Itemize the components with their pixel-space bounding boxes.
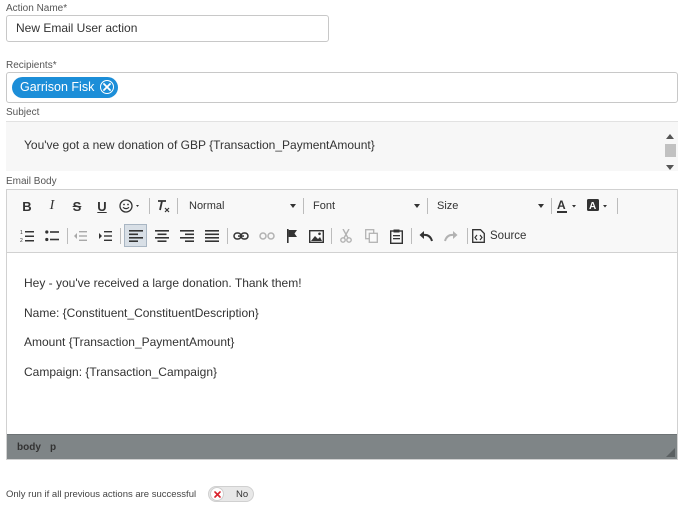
body-paragraph: Name: {Constituent_ConstituentDescriptio… bbox=[24, 305, 259, 320]
chevron-down-icon bbox=[290, 204, 296, 208]
source-button[interactable]: Source bbox=[472, 225, 528, 247]
outdent-icon[interactable] bbox=[71, 225, 89, 247]
toolbar-separator bbox=[551, 198, 552, 214]
chevron-down-icon bbox=[538, 204, 544, 208]
format-select-value: Normal bbox=[189, 200, 225, 212]
recipients-field[interactable]: Garrison Fisk bbox=[6, 72, 678, 103]
toolbar-separator bbox=[67, 228, 68, 244]
scroll-thumb[interactable] bbox=[665, 144, 676, 157]
toolbar-separator bbox=[227, 228, 228, 244]
toolbar-separator bbox=[411, 228, 412, 244]
run-condition-toggle[interactable]: No bbox=[208, 486, 254, 502]
toggle-knob bbox=[210, 487, 224, 501]
recipient-chip: Garrison Fisk bbox=[12, 77, 119, 98]
toolbar-separator bbox=[303, 198, 304, 214]
format-select[interactable]: Normal bbox=[184, 195, 300, 217]
subject-field[interactable]: You've got a new donation of GBP {Transa… bbox=[6, 121, 678, 171]
paste-icon[interactable] bbox=[387, 225, 405, 247]
svg-text:1: 1 bbox=[20, 230, 23, 236]
remove-recipient-icon[interactable] bbox=[100, 80, 115, 94]
indent-icon[interactable] bbox=[96, 225, 114, 247]
editor-statusbar: body p bbox=[7, 434, 677, 459]
email-body-editor: B I S U Normal Font Size A A 1 2 Source … bbox=[6, 189, 678, 460]
underline-icon[interactable]: U bbox=[93, 195, 111, 217]
numbered-list-icon[interactable]: 12 bbox=[18, 225, 36, 247]
copy-icon[interactable] bbox=[362, 225, 380, 247]
toolbar-separator bbox=[177, 198, 178, 214]
source-button-label: Source bbox=[490, 230, 527, 242]
font-select-value: Font bbox=[313, 200, 336, 212]
toolbar-separator bbox=[427, 198, 428, 214]
background-color-icon[interactable]: A bbox=[585, 195, 613, 217]
email-body-label: Email Body bbox=[6, 176, 57, 187]
element-path-body[interactable]: body bbox=[17, 442, 41, 453]
scroll-down-icon[interactable] bbox=[666, 165, 674, 170]
unlink-icon[interactable] bbox=[257, 225, 277, 247]
align-left-icon[interactable] bbox=[124, 224, 147, 247]
image-icon[interactable] bbox=[307, 225, 325, 247]
align-right-icon[interactable] bbox=[178, 225, 196, 247]
email-body-content[interactable]: Hey - you've received a large donation. … bbox=[24, 276, 302, 395]
font-select[interactable]: Font bbox=[308, 195, 424, 217]
remove-format-icon[interactable] bbox=[154, 195, 172, 217]
undo-icon[interactable] bbox=[417, 225, 435, 247]
subject-value: You've got a new donation of GBP {Transa… bbox=[24, 138, 375, 152]
body-paragraph: Hey - you've received a large donation. … bbox=[24, 276, 302, 290]
italic-icon[interactable]: I bbox=[43, 195, 61, 217]
editor-toolbar: B I S U Normal Font Size A A 1 2 Source bbox=[7, 190, 677, 253]
toggle-state-label: No bbox=[236, 489, 249, 500]
align-center-icon[interactable] bbox=[153, 225, 171, 247]
run-condition-label: Only run if all previous actions are suc… bbox=[6, 489, 197, 500]
action-name-input[interactable]: New Email User action bbox=[6, 15, 329, 42]
scroll-up-icon[interactable] bbox=[666, 134, 674, 139]
body-paragraph: Campaign: {Transaction_Campaign} bbox=[24, 365, 218, 380]
emoji-icon[interactable] bbox=[117, 195, 145, 217]
size-select-value: Size bbox=[437, 200, 459, 212]
toolbar-separator bbox=[617, 198, 618, 214]
subject-label: Subject bbox=[6, 107, 40, 118]
toolbar-separator bbox=[467, 228, 468, 244]
text-color-icon[interactable]: A bbox=[555, 195, 581, 217]
recipient-chip-label: Garrison Fisk bbox=[20, 80, 95, 94]
bold-icon[interactable]: B bbox=[18, 195, 36, 217]
size-select[interactable]: Size bbox=[432, 195, 548, 217]
cut-icon[interactable] bbox=[337, 225, 355, 247]
chevron-down-icon bbox=[414, 204, 420, 208]
resize-handle-icon[interactable] bbox=[666, 448, 675, 457]
action-name-label: Action Name* bbox=[6, 3, 68, 14]
justify-icon[interactable] bbox=[203, 225, 221, 247]
svg-text:A: A bbox=[589, 201, 596, 212]
subject-scrollbar[interactable] bbox=[662, 130, 678, 172]
toolbar-separator bbox=[331, 228, 332, 244]
body-paragraph: Amount {Transaction_PaymentAmount} bbox=[24, 335, 235, 350]
anchor-flag-icon[interactable] bbox=[283, 225, 301, 247]
recipients-label: Recipients* bbox=[6, 60, 57, 71]
toolbar-separator bbox=[120, 228, 121, 244]
bulleted-list-icon[interactable] bbox=[43, 225, 61, 247]
svg-text:A: A bbox=[557, 198, 566, 212]
toolbar-separator bbox=[149, 198, 150, 214]
redo-icon[interactable] bbox=[442, 225, 460, 247]
element-path-p[interactable]: p bbox=[50, 442, 56, 453]
link-icon[interactable] bbox=[231, 225, 251, 247]
strikethrough-icon[interactable]: S bbox=[68, 195, 86, 217]
svg-text:2: 2 bbox=[20, 238, 23, 243]
